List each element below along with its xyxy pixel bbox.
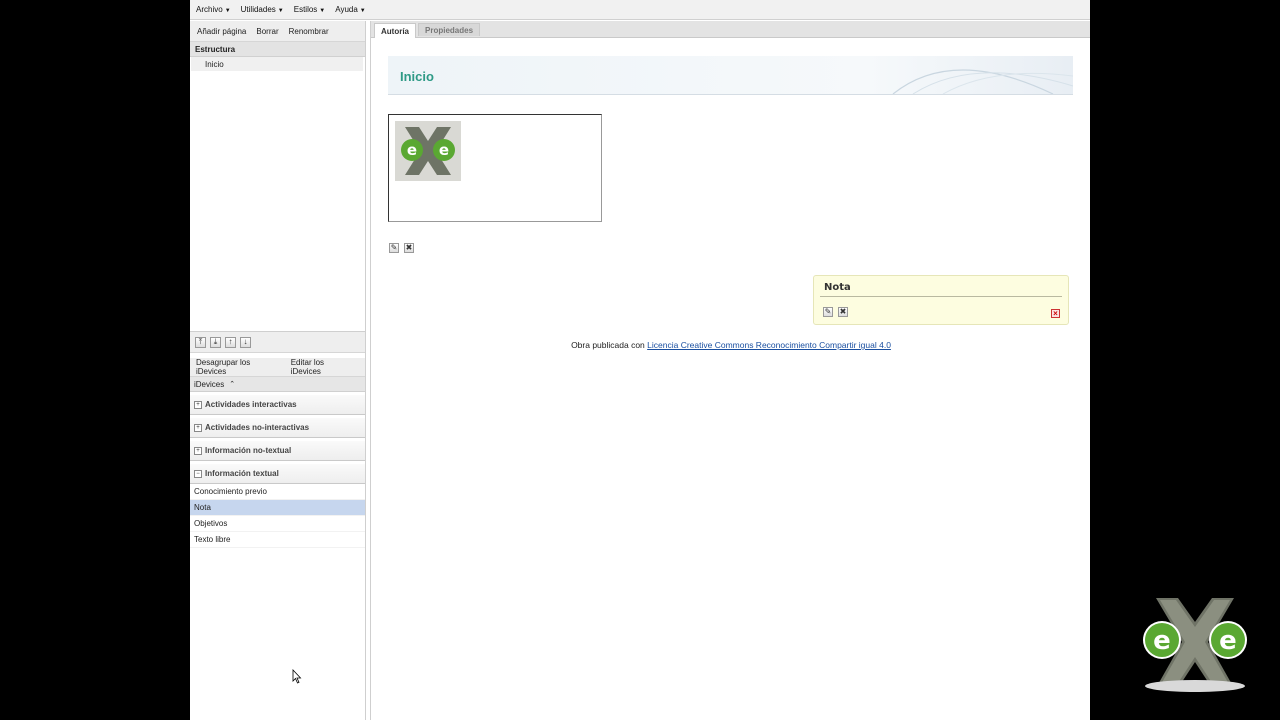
menu-estilos[interactable]: Estilos ▼ <box>294 5 326 14</box>
move-toolbar: ⤒ ⤓ ↑ ↓ <box>190 332 365 353</box>
ungroup-idevices-button[interactable]: Desagrupar los iDevices <box>196 358 281 376</box>
nota-title: Nota <box>824 282 851 293</box>
mouse-cursor-icon <box>292 669 302 684</box>
tab-autoria[interactable]: Autoría <box>374 23 416 38</box>
chevron-down-icon: ▼ <box>277 8 284 14</box>
content-panel: Autoría Propiedades Inicio e e ✎ ✖ Nota … <box>370 21 1090 720</box>
move-down-icon[interactable]: ↓ <box>240 336 251 348</box>
collapse-icon[interactable]: ⌃ <box>229 380 235 388</box>
menu-archivo-label: Archivo <box>196 5 223 14</box>
footer-text: Obra publicada con <box>571 340 645 350</box>
structure-tree: Inicio <box>190 57 365 332</box>
chevron-down-icon: ▼ <box>319 8 326 14</box>
edit-pencil-icon[interactable]: ✎ <box>389 243 399 253</box>
license-footer: Obra publicada con Licencia Creative Com… <box>371 340 1090 350</box>
idevices-header[interactable]: iDevices ⌃ <box>190 377 365 392</box>
exe-logo-icon: e e <box>1143 598 1247 692</box>
idevices-toolbar: Desagrupar los iDevices Editar los iDevi… <box>190 358 365 377</box>
idevice-texto-libre[interactable]: Texto libre <box>190 532 365 548</box>
nota-divider <box>820 296 1062 297</box>
category-label: Actividades no-interactivas <box>205 423 310 432</box>
page-header-banner: Inicio <box>388 56 1073 95</box>
image-idevice: e e <box>388 114 602 222</box>
tree-item-inicio[interactable]: Inicio <box>191 57 363 71</box>
exe-logo-image: e e <box>395 121 461 181</box>
structure-toolbar: Añadir página Borrar Renombrar <box>190 21 365 42</box>
category-actividades-interactivas[interactable]: + Actividades interactivas <box>190 394 365 415</box>
svg-text:e: e <box>407 141 417 159</box>
rename-button[interactable]: Renombrar <box>289 27 329 36</box>
svg-text:e: e <box>1153 626 1171 656</box>
nota-actions: ✎ ✖ <box>823 307 853 317</box>
collapse-icon[interactable]: − <box>194 469 202 478</box>
category-informacion-no-textual[interactable]: + Información no-textual <box>190 440 365 461</box>
banner-decoration <box>892 69 1073 94</box>
category-actividades-no-interactivas[interactable]: + Actividades no-interactivas <box>190 417 365 438</box>
idevice-conocimiento-previo[interactable]: Conocimiento previo <box>190 484 365 500</box>
idevice-objetivos[interactable]: Objetivos <box>190 516 365 532</box>
tab-propiedades[interactable]: Propiedades <box>418 23 481 36</box>
move-up-icon[interactable]: ↑ <box>225 336 236 348</box>
left-panel: Añadir página Borrar Renombrar Estructur… <box>190 21 366 720</box>
category-informacion-textual[interactable]: − Información textual <box>190 463 365 484</box>
category-label: Información textual <box>205 469 279 478</box>
svg-text:e: e <box>439 141 449 159</box>
move-top-icon[interactable]: ⤒ <box>195 336 206 348</box>
nota-idevice: Nota ✎ ✖ × <box>813 275 1069 325</box>
move-bottom-icon[interactable]: ⤓ <box>210 336 221 348</box>
menu-estilos-label: Estilos <box>293 5 318 14</box>
license-link[interactable]: Licencia Creative Commons Reconocimiento… <box>647 340 891 350</box>
delete-button[interactable]: Borrar <box>256 27 278 36</box>
category-label: Información no-textual <box>205 446 292 455</box>
chevron-down-icon: ▼ <box>224 8 231 14</box>
svg-text:e: e <box>1219 626 1237 656</box>
close-icon[interactable]: × <box>1051 309 1060 318</box>
delete-icon[interactable]: ✖ <box>404 243 414 253</box>
expand-icon[interactable]: + <box>194 446 202 455</box>
delete-icon[interactable]: ✖ <box>838 307 848 317</box>
edit-pencil-icon[interactable]: ✎ <box>823 307 833 317</box>
tab-bar: Autoría Propiedades <box>371 21 1090 38</box>
menu-utilidades-label: Utilidades <box>240 5 276 14</box>
expand-icon[interactable]: + <box>194 400 202 409</box>
menu-ayuda-label: Ayuda <box>335 5 358 14</box>
menu-utilidades[interactable]: Utilidades ▼ <box>241 5 284 14</box>
exe-window: Archivo ▼ Utilidades ▼ Estilos ▼ Ayuda ▼ Aña… <box>190 0 1090 720</box>
page-title: Inicio <box>400 69 434 84</box>
category-label: Actividades interactivas <box>205 400 297 409</box>
edit-idevices-button[interactable]: Editar los iDevices <box>291 358 355 376</box>
idevices-title: iDevices <box>194 379 225 389</box>
idevice-nota[interactable]: Nota <box>190 500 365 516</box>
image-idevice-actions: ✎ ✖ <box>389 243 419 253</box>
structure-header: Estructura <box>190 42 365 57</box>
chevron-down-icon: ▼ <box>359 8 366 14</box>
add-page-button[interactable]: Añadir página <box>197 27 246 36</box>
menu-ayuda[interactable]: Ayuda ▼ <box>335 5 366 14</box>
menu-archivo[interactable]: Archivo ▼ <box>196 5 231 14</box>
menubar: Archivo ▼ Utilidades ▼ Estilos ▼ Ayuda ▼ <box>190 0 1090 20</box>
expand-icon[interactable]: + <box>194 423 202 432</box>
